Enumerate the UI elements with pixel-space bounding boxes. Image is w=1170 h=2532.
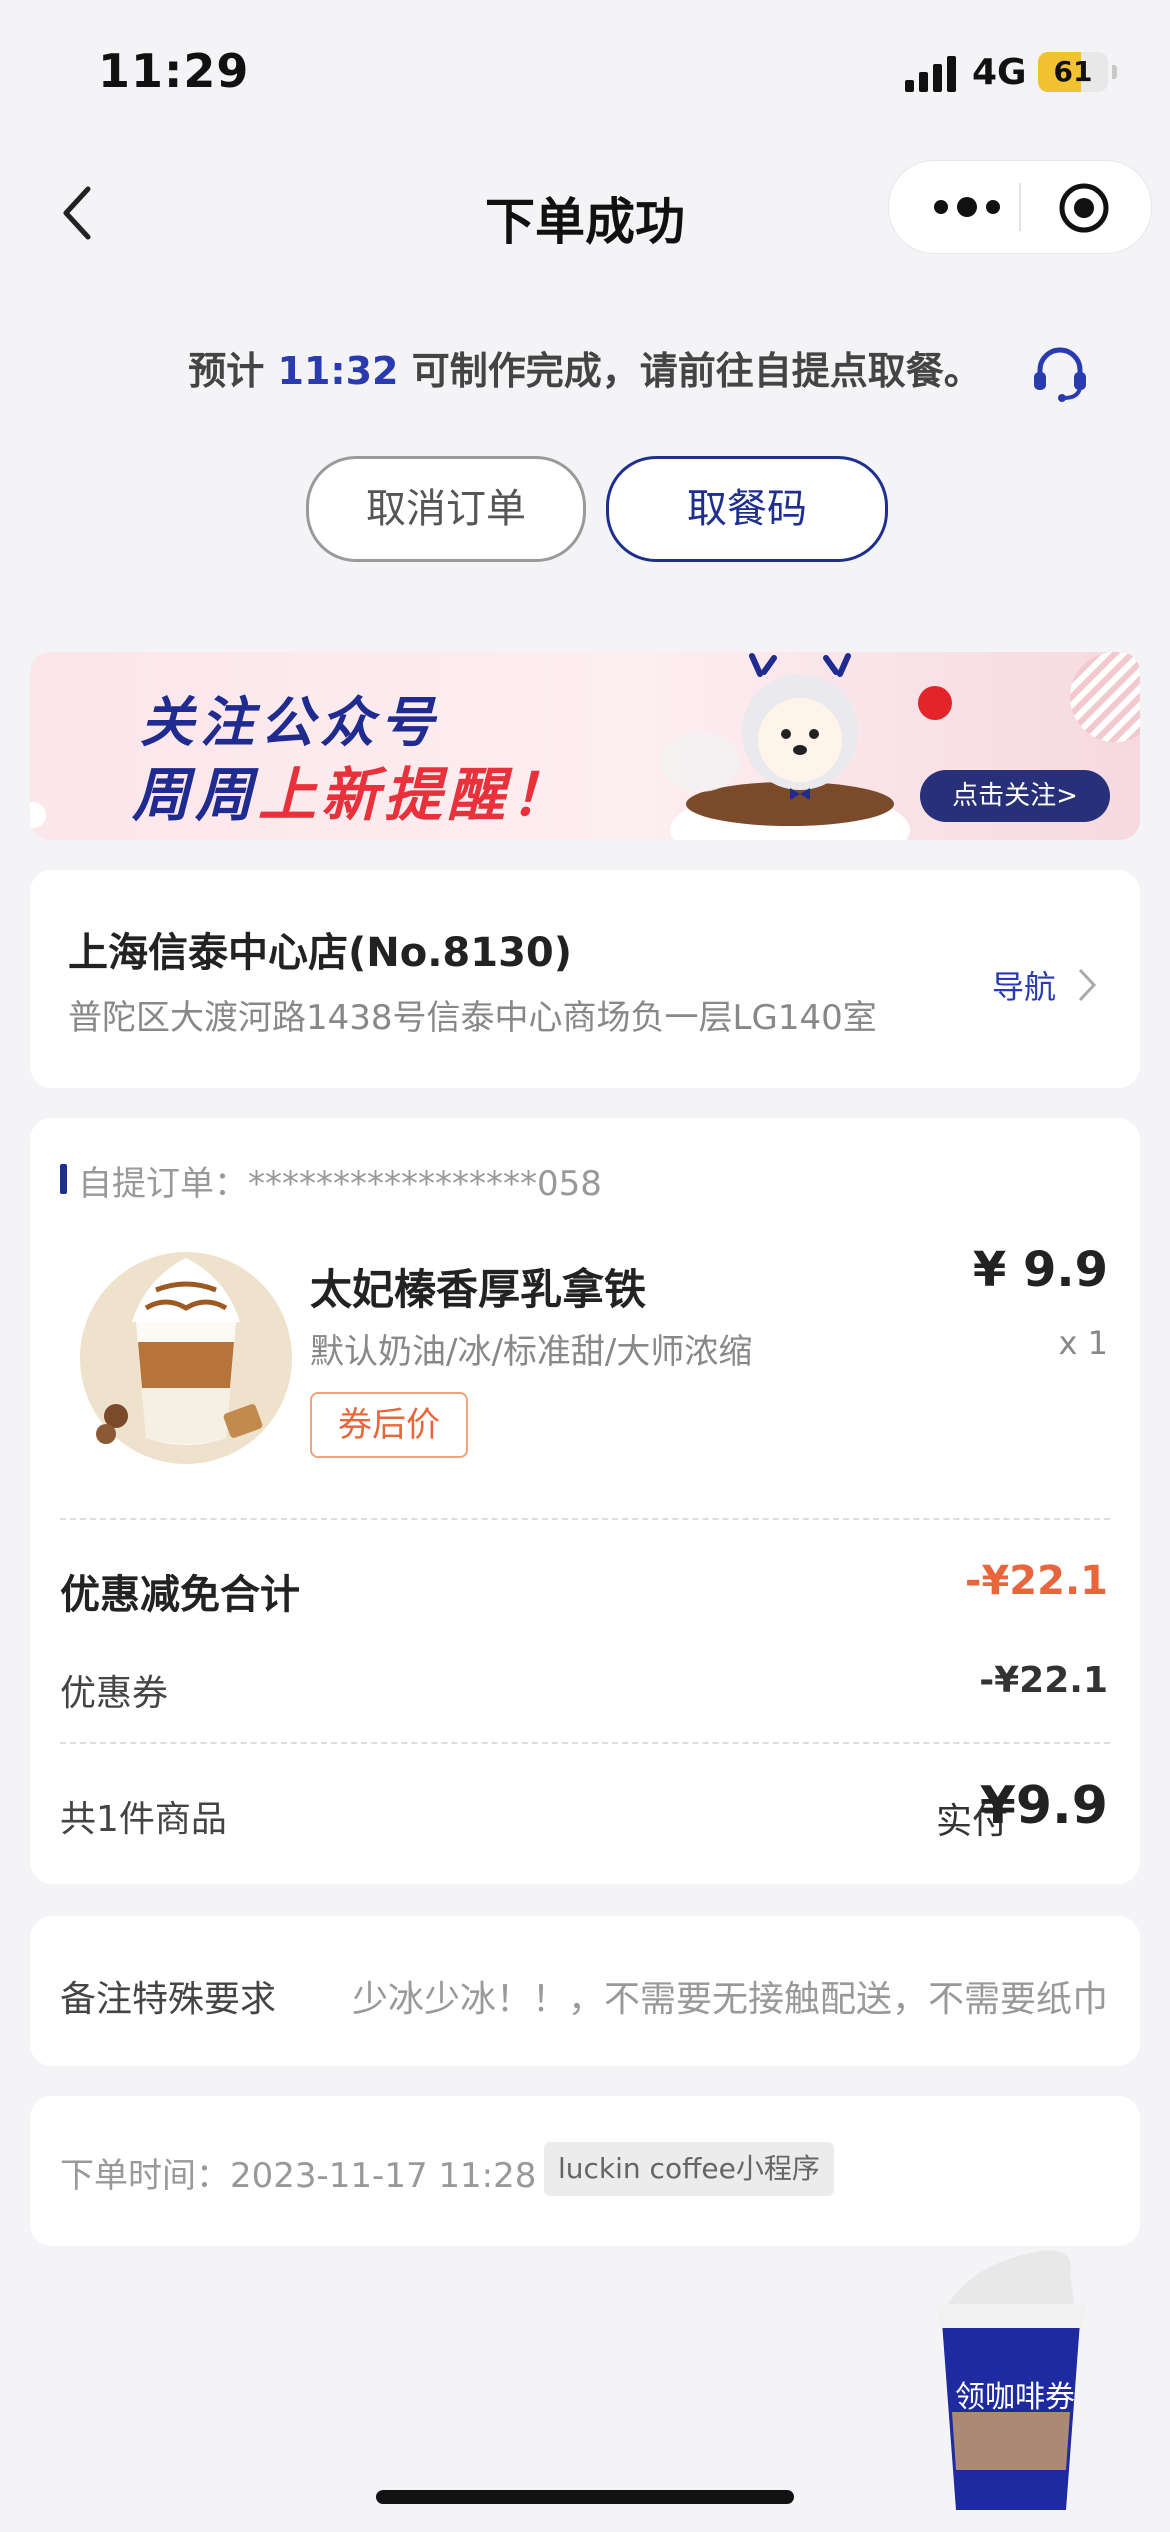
coupon-cup-label[interactable]: 领咖啡券	[948, 2372, 1082, 2416]
signal-icon	[905, 56, 956, 92]
divider	[60, 1518, 1110, 1520]
order-time-card: 下单时间：2023-11-17 11:28 luckin coffee小程序	[30, 2096, 1140, 2246]
notice-prefix: 预计	[188, 349, 278, 393]
paid-amount: ¥9.9	[979, 1776, 1108, 1836]
coupon-value: -¥22.1	[979, 1660, 1108, 1701]
discount-total-label: 优惠减免合计	[60, 1572, 300, 1618]
product-name: 太妃榛香厚乳拿铁	[310, 1265, 647, 1314]
order-card: 自提订单：*****************058 太妃榛香厚乳拿铁 默认奶油/…	[30, 1118, 1140, 1884]
close-miniprogram-icon[interactable]	[1057, 181, 1111, 235]
network-type: 4G	[972, 52, 1027, 93]
more-icon[interactable]	[927, 185, 1007, 229]
remark-label: 备注特殊要求	[60, 1979, 277, 2020]
banner-line1: 关注公众号	[140, 691, 440, 754]
pickup-code-button[interactable]: 取餐码	[606, 456, 888, 562]
store-address: 普陀区大渡河路1438号信泰中心商场负一层LG140室	[68, 998, 877, 1038]
divider	[60, 1742, 1110, 1744]
product-image	[80, 1252, 292, 1464]
order-id: *****************058	[248, 1164, 602, 1204]
status-time: 11:29	[98, 44, 250, 98]
follow-button[interactable]: 点击关注>	[920, 770, 1110, 822]
coupon-label: 优惠券	[60, 1673, 169, 1714]
discount-total-value: -¥22.1	[964, 1558, 1108, 1604]
product-qty: x 1	[1058, 1324, 1108, 1362]
product-price: ¥ 9.9	[972, 1242, 1108, 1298]
store-card: 上海信泰中心店(No.8130) 普陀区大渡河路1438号信泰中心商场负一层LG…	[30, 870, 1140, 1088]
order-number: 自提订单：*****************058	[78, 1156, 602, 1205]
item-count: 共1件商品	[60, 1799, 227, 1840]
notice-suffix: 可制作完成，请前往自提点取餐。	[398, 349, 982, 393]
ready-time: 11:32	[277, 349, 399, 393]
store-name: 上海信泰中心店(No.8130)	[68, 930, 573, 976]
remark-value: 少冰少冰！！，不需要无接触配送，不需要纸巾	[352, 1979, 1108, 2020]
order-source-badge: luckin coffee小程序	[544, 2142, 834, 2196]
cancel-order-button[interactable]: 取消订单	[306, 456, 586, 562]
battery-level: 61	[1053, 55, 1093, 88]
customer-service-icon[interactable]	[1030, 342, 1090, 404]
miniprogram-capsule	[888, 160, 1152, 254]
banner-line2-a: 周周	[132, 761, 259, 829]
chevron-right-icon[interactable]	[1076, 966, 1098, 1004]
product-spec: 默认奶油/冰/标准甜/大师浓缩	[310, 1332, 753, 1372]
battery-icon: 61	[1038, 52, 1117, 92]
order-label: 自提订单：	[78, 1164, 248, 1204]
order-time: 下单时间：2023-11-17 11:28	[60, 2156, 537, 2196]
follow-banner[interactable]: 关注公众号 周周上新提醒！ 点击关注>	[30, 652, 1140, 840]
deer-mascot-illustration	[660, 653, 910, 840]
home-indicator[interactable]	[376, 2490, 794, 2504]
navigate-link[interactable]: 导航	[992, 962, 1056, 1008]
banner-line2: 周周上新提醒！	[132, 748, 573, 832]
coupon-price-tag: 券后价	[310, 1392, 468, 1458]
banner-line2-b: 上新提醒！	[258, 761, 574, 829]
remark-card: 备注特殊要求 少冰少冰！！，不需要无接触配送，不需要纸巾	[30, 1916, 1140, 2066]
ready-notice: 预计 11:32 可制作完成，请前往自提点取餐。	[0, 340, 1170, 395]
